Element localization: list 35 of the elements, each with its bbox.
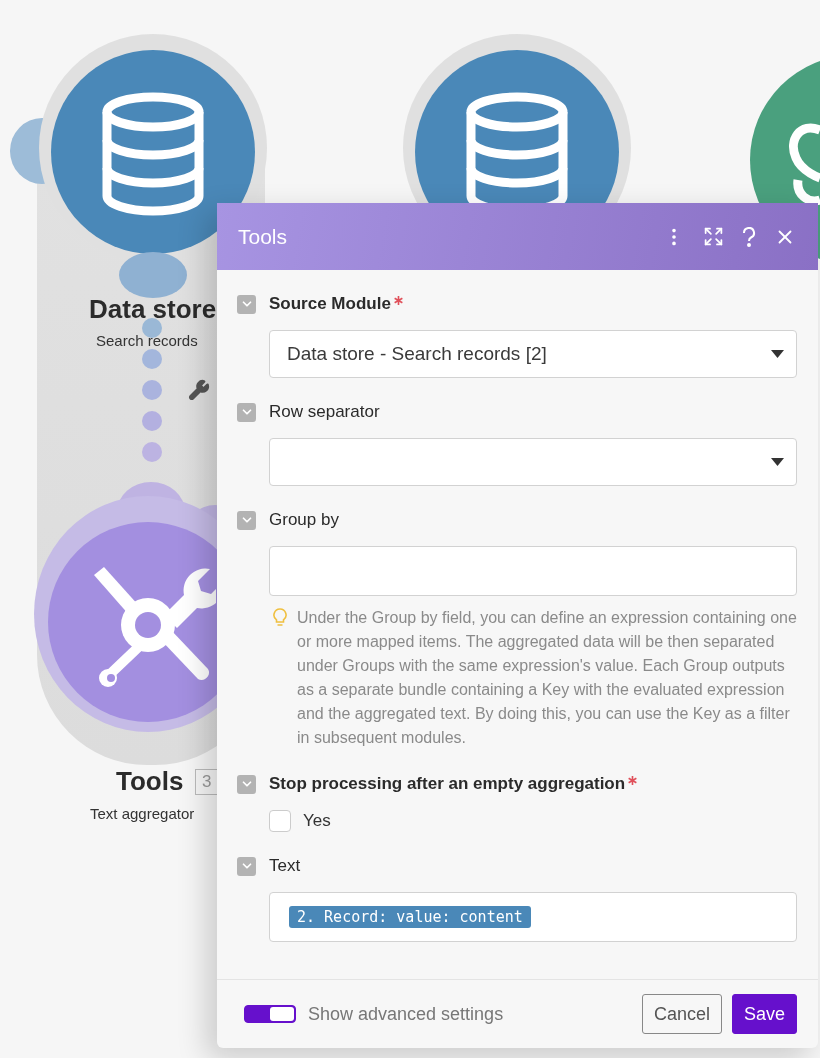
select-field[interactable]: Data store - Search records [2]: [269, 330, 797, 378]
save-button[interactable]: Save: [731, 994, 797, 1034]
field-label: Group by: [269, 510, 339, 530]
input-field[interactable]: 2. Record: value: content: [269, 892, 797, 942]
cancel-button[interactable]: Cancel: [641, 994, 722, 1034]
input-field[interactable]: [269, 546, 797, 596]
field-label: Text: [269, 856, 301, 876]
field-label: Source Module: [269, 294, 391, 314]
dropdown-caret-icon: [771, 458, 784, 466]
module-title: Tools: [116, 766, 184, 797]
collapse-toggle[interactable]: [237, 774, 256, 794]
wrench-icon[interactable]: [188, 379, 210, 401]
help-icon[interactable]: [742, 226, 756, 247]
field-label: Stop processing after an empty aggregation: [269, 774, 626, 794]
module-number: 3: [195, 769, 219, 795]
database-icon: [101, 92, 205, 216]
dropdown-caret-icon: [771, 350, 784, 358]
select-field[interactable]: [269, 438, 797, 486]
mapped-value-chip[interactable]: 2. Record: value: content: [289, 906, 531, 928]
module-title: Data store: [89, 294, 217, 325]
collapse-toggle[interactable]: [237, 856, 256, 876]
collapse-toggle[interactable]: [237, 402, 256, 422]
checkbox-label: Yes: [303, 811, 331, 831]
expand-icon[interactable]: [703, 226, 724, 247]
lightbulb-icon: [273, 608, 287, 628]
module-subtitle: Search records: [96, 332, 198, 349]
collapse-toggle[interactable]: [237, 510, 256, 530]
module-subtitle: Text aggregator: [90, 805, 195, 822]
hint-text: Under the Group by field, you can define an expression containing one or more mapped items. The aggregated data will be then separated under Groups with the same expression's value. Each Group outputs as a separate bundle containing a Key with the evaluated expression and the aggregated text. By doing this, you can use the Key as a filter in subsequent modules.: [297, 608, 797, 748]
toggle-switch[interactable]: [244, 1005, 296, 1023]
dialog-title: Tools: [238, 224, 289, 249]
collapse-toggle[interactable]: [237, 294, 256, 314]
checkbox[interactable]: [269, 810, 291, 832]
field-label: Row separator: [269, 402, 380, 422]
toggle-label: Show advanced settings: [308, 1003, 505, 1025]
